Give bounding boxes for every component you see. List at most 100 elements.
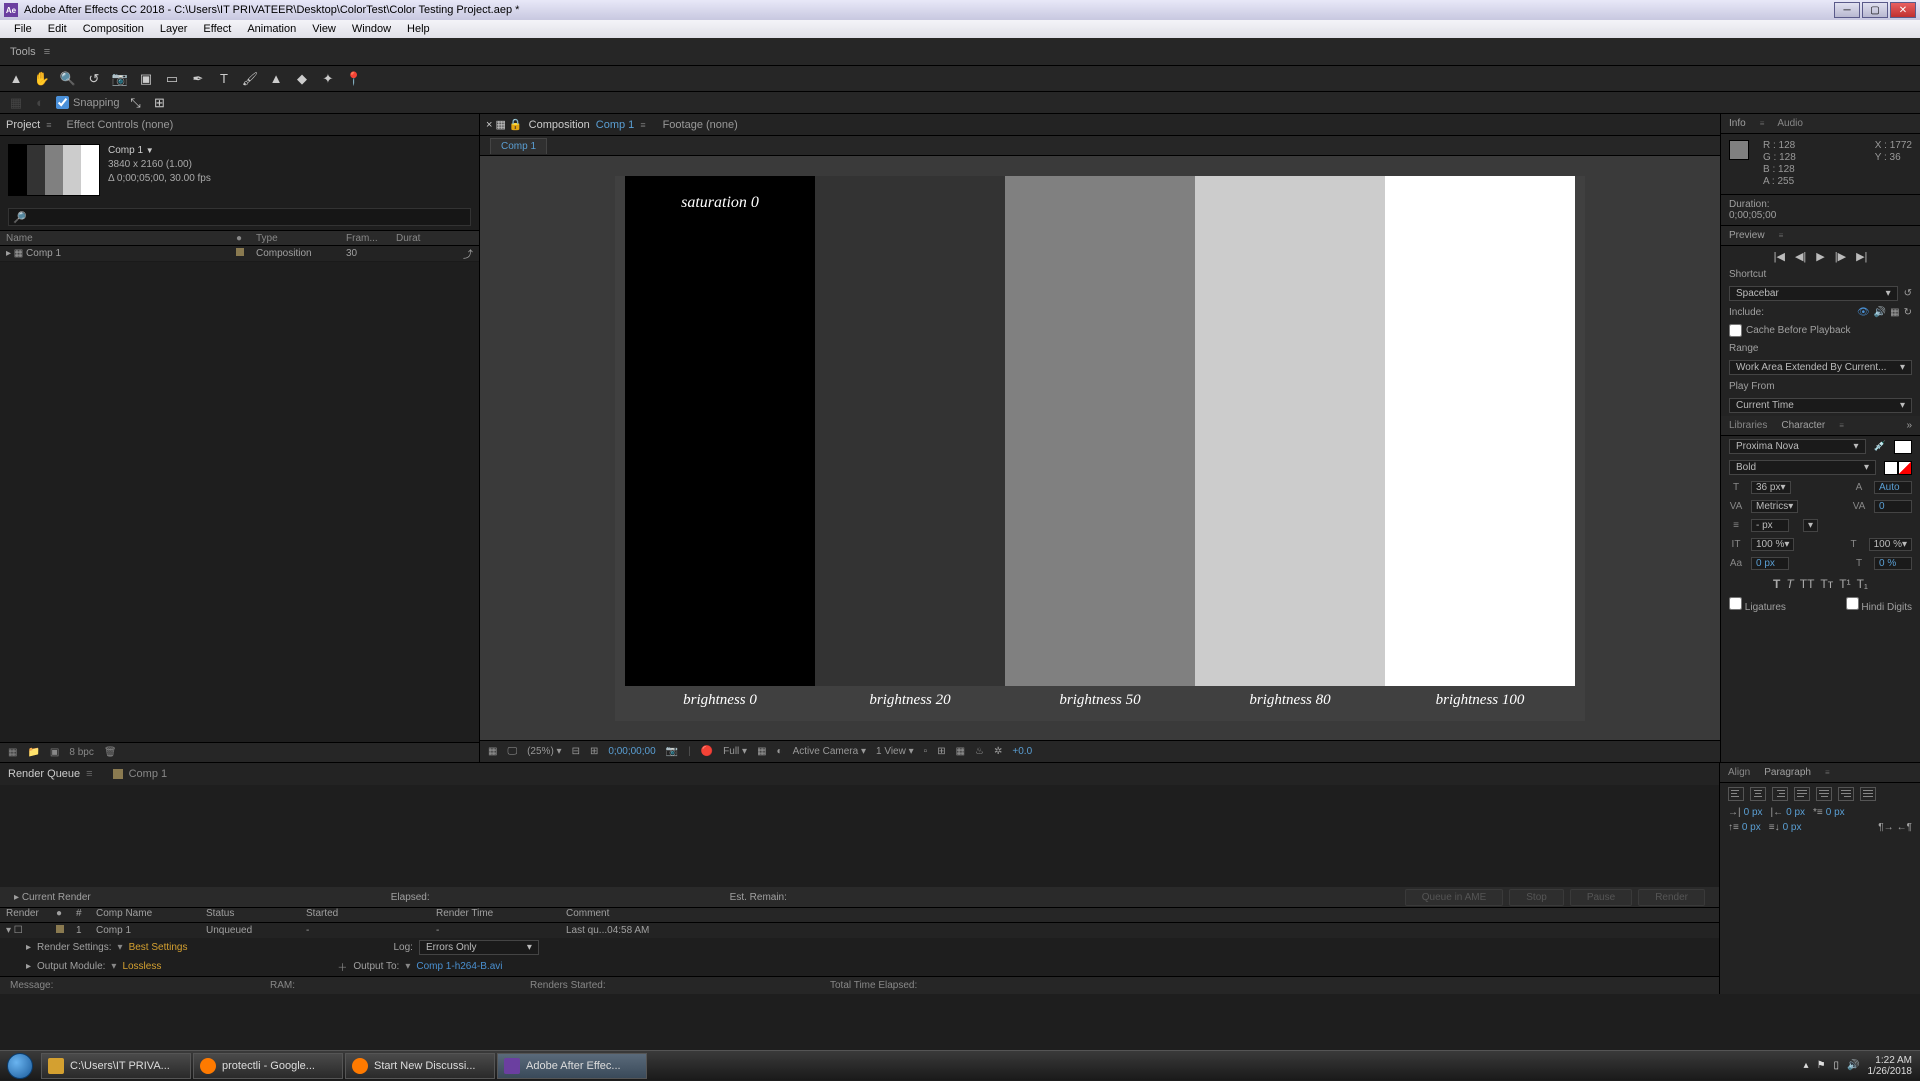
tab-footage[interactable]: Footage (none) [663,119,738,131]
render-settings-link[interactable]: Best Settings [129,942,188,953]
queue-ame-button[interactable]: Queue in AME [1405,889,1503,906]
tab-info[interactable]: Info [1729,118,1746,129]
composition-viewport[interactable]: saturation 0 brightness 0 brightness 20 … [480,156,1720,740]
taskbar-item-firefox-2[interactable]: Start New Discussi... [345,1053,495,1079]
weight-dropdown[interactable]: Bold▾ [1729,460,1876,475]
snap-opt-icon[interactable]: ⤡ [128,95,144,111]
menu-view[interactable]: View [304,23,344,35]
indent-first-input[interactable]: 0 px [1826,807,1845,818]
tab-project[interactable]: Project≡ [6,119,51,131]
include-video-icon[interactable]: 👁 [1857,307,1870,318]
mask-icon[interactable]: ◐ [777,746,783,757]
menu-window[interactable]: Window [344,23,399,35]
clone-tool-icon[interactable]: ▲ [268,71,284,87]
output-module-link[interactable]: Lossless [122,961,161,972]
leading-input[interactable]: Auto [1874,481,1912,494]
snapping-checkbox[interactable] [56,96,69,109]
superscript-button[interactable]: T¹ [1839,577,1850,591]
camera-tool-icon[interactable]: 📷 [112,71,128,87]
view-opt5-icon[interactable]: ✲ [994,746,1002,757]
align-right-icon[interactable] [1772,787,1788,801]
render-button[interactable]: Render [1638,889,1705,906]
maximize-button[interactable]: ▢ [1862,2,1888,18]
tab-paragraph[interactable]: Paragraph [1764,767,1811,778]
output-to-link[interactable]: Comp 1-h264-B.avi [416,961,502,972]
baseline-input[interactable]: 0 px [1751,557,1789,570]
hand-tool-icon[interactable]: ✋ [34,71,50,87]
close-button[interactable]: ✕ [1890,2,1916,18]
fill-color-swatch[interactable] [1894,440,1912,454]
folder-icon[interactable]: 📁 [27,747,39,758]
cache-checkbox[interactable]: Cache Before Playback [1729,324,1851,337]
ligatures-checkbox[interactable]: Ligatures [1729,597,1786,613]
quality-dropdown[interactable]: Full ▾ [723,746,747,757]
camera-dropdown[interactable]: Active Camera ▾ [793,746,866,757]
rotate-tool-icon[interactable]: ↺ [86,71,102,87]
last-frame-icon[interactable]: ▶| [1856,250,1867,263]
tsume-input[interactable]: 0 % [1874,557,1912,570]
hindi-checkbox[interactable]: Hindi Digits [1846,597,1912,613]
views-dropdown[interactable]: 1 View ▾ [876,746,914,757]
direction-rtl-icon[interactable]: ←¶ [1897,822,1912,833]
taskbar-clock[interactable]: 1:22 AM 1/26/2018 [1868,1055,1913,1077]
allcaps-button[interactable]: TT [1800,577,1815,591]
eyedropper-icon[interactable]: 💉 [1874,441,1886,452]
view-opt-icon[interactable]: ▫ [924,746,928,757]
timecode[interactable]: 0;00;00;00 [608,746,655,757]
type-tool-icon[interactable]: T [216,71,232,87]
shortcut-dropdown[interactable]: Spacebar▾ [1729,286,1898,301]
font-size-input[interactable]: 36 px▾ [1751,481,1791,494]
snapping-toggle[interactable]: Snapping [56,96,120,109]
snap-opt2-icon[interactable]: ⊞ [152,95,168,111]
taskbar-item-after-effects[interactable]: Adobe After Effec... [497,1053,647,1079]
brush-tool-icon[interactable]: 🖌 [242,71,258,87]
align-left-icon[interactable] [1728,787,1744,801]
tab-character[interactable]: Character [1781,420,1825,431]
smallcaps-button[interactable]: Tᴛ [1820,577,1833,591]
kerning-input[interactable]: Metrics▾ [1751,500,1798,513]
justify-center-icon[interactable] [1816,787,1832,801]
play-icon[interactable]: ▶ [1816,250,1824,263]
subscript-button[interactable]: T₁ [1857,577,1868,591]
playfrom-dropdown[interactable]: Current Time▾ [1729,398,1912,413]
tab-align[interactable]: Align [1728,767,1750,778]
menu-composition[interactable]: Composition [75,23,152,35]
tab-audio[interactable]: Audio [1777,118,1803,129]
stroke-opt[interactable]: ▾ [1803,519,1818,532]
tab-timeline-comp[interactable]: Comp 1 [113,768,168,780]
selection-tool-icon[interactable]: ▲ [8,71,24,87]
tab-libraries[interactable]: Libraries [1729,420,1767,431]
project-list-row[interactable]: ▸ ▦ Comp 1 Composition 30 ⤴ [0,246,479,262]
eraser-tool-icon[interactable]: ◆ [294,71,310,87]
menu-layer[interactable]: Layer [152,23,196,35]
interpret-icon[interactable]: ▦ [8,747,17,758]
include-overlay-icon[interactable]: ▦ [1890,307,1899,318]
menu-help[interactable]: Help [399,23,438,35]
trash-icon[interactable]: 🗑 [104,747,117,758]
next-frame-icon[interactable]: |▶ [1835,250,1846,263]
minimize-button[interactable]: ─ [1834,2,1860,18]
reset-icon[interactable]: ↺ [1904,288,1912,299]
bpc-label[interactable]: 8 bpc [69,747,93,758]
new-comp-icon[interactable]: ▣ [50,747,59,758]
rq-row[interactable]: ▾ ☐ 1 Comp 1 Unqueued - - Last qu...04:5… [0,923,1719,938]
comp-subtab[interactable]: Comp 1 [490,138,547,154]
tab-preview[interactable]: Preview [1729,230,1765,241]
bold-button[interactable]: T [1773,577,1780,591]
pen-tool-icon[interactable]: ✒ [190,71,206,87]
hscale-input[interactable]: 100 %▾ [1869,538,1912,551]
indent-left-input[interactable]: 0 px [1744,807,1763,818]
zoom-dropdown[interactable]: (25%) ▾ [527,746,562,757]
pause-button[interactable]: Pause [1570,889,1632,906]
menu-effect[interactable]: Effect [195,23,239,35]
channel-icon[interactable]: 🔴 [701,746,713,757]
fill-swatch-2[interactable] [1884,461,1898,475]
include-loop-icon[interactable]: ↻ [1904,307,1912,318]
snapshot-icon[interactable]: 📷 [666,746,678,757]
start-button[interactable] [0,1051,40,1081]
stop-button[interactable]: Stop [1509,889,1564,906]
tray-arrow-icon[interactable]: ▴ [1804,1060,1809,1071]
justify-left-icon[interactable] [1794,787,1810,801]
tracking-input[interactable]: 0 [1874,500,1912,513]
prev-frame-icon[interactable]: ◀| [1795,250,1806,263]
